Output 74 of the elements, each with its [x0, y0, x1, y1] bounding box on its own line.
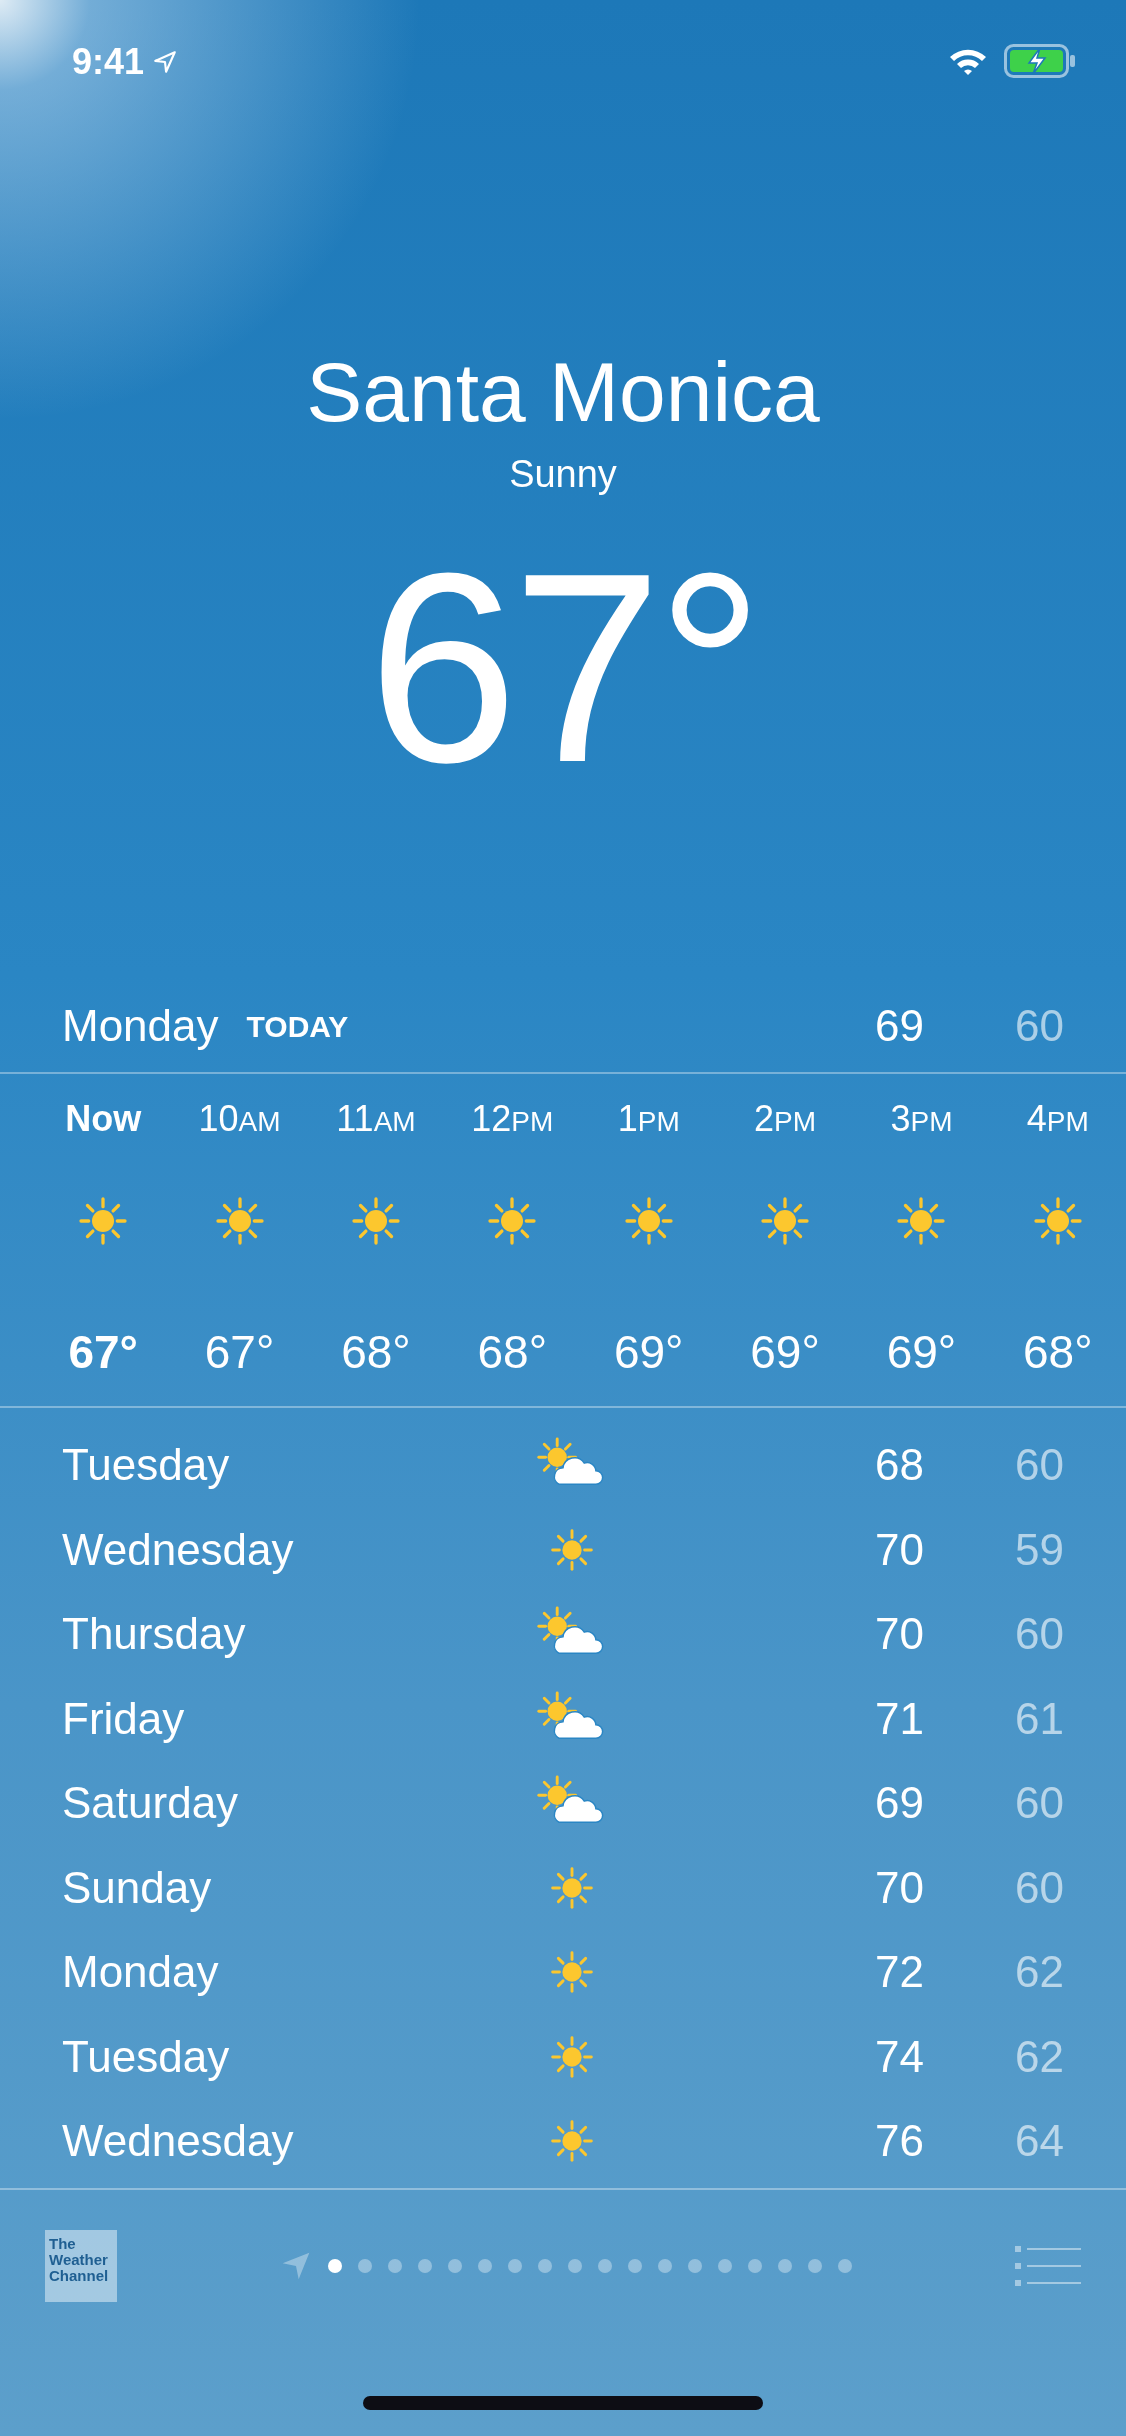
hour-temperature: 69°: [886, 1325, 957, 1380]
page-dot[interactable]: [718, 2259, 732, 2273]
page-dot[interactable]: [598, 2259, 612, 2273]
list-icon[interactable]: [1015, 2244, 1081, 2288]
day-name: Sunday: [62, 1862, 212, 1912]
low-temperature: 60: [1014, 1439, 1064, 1492]
page-dot[interactable]: [778, 2259, 792, 2273]
low-temperature: 60: [1014, 1861, 1064, 1914]
hour-label: 11AM: [336, 1097, 416, 1141]
high-temperature: 76: [874, 2115, 924, 2168]
day-name: Saturday: [62, 1778, 239, 1828]
hour-temperature: 68°: [341, 1325, 411, 1380]
high-temperature: 70: [874, 1523, 924, 1576]
hour-label: 3PM: [890, 1097, 953, 1141]
weather-condition: Sunny: [508, 452, 618, 497]
day-name: Monday: [62, 1947, 219, 1997]
page-dot[interactable]: [358, 2259, 372, 2273]
page-dot[interactable]: [538, 2259, 552, 2273]
page-dot[interactable]: [628, 2259, 642, 2273]
page-dot[interactable]: [658, 2259, 672, 2273]
status-time: 9:41: [72, 44, 145, 80]
high-temperature: 71: [874, 1692, 924, 1745]
high-temperature: 69: [874, 1777, 924, 1830]
day-name: Friday: [62, 1693, 185, 1743]
low-temperature: 62: [1014, 2030, 1064, 2083]
low-temperature: 62: [1014, 1946, 1064, 1999]
low-temperature: 60: [1014, 1608, 1064, 1661]
page-dot[interactable]: [688, 2259, 702, 2273]
hour-temperature: 67°: [68, 1325, 138, 1380]
low-temperature: 64: [1014, 2115, 1064, 2168]
city-name: Santa Monica: [305, 350, 821, 434]
page-dot[interactable]: [838, 2259, 852, 2273]
day-name: Wednesday: [62, 1524, 294, 1574]
day-name: Wednesday: [62, 2116, 294, 2166]
day-name: Monday: [62, 1000, 219, 1052]
high-temperature: 70: [874, 1861, 924, 1914]
hour-temperature: 69°: [750, 1325, 820, 1380]
low-temperature: 61: [1014, 1692, 1064, 1745]
page-dot[interactable]: [328, 2259, 342, 2273]
hour-label: Now: [65, 1097, 142, 1141]
low-temperature: 60: [1014, 1000, 1064, 1052]
page-dot[interactable]: [568, 2259, 582, 2273]
hour-temperature: 69°: [613, 1325, 684, 1380]
day-name: Tuesday: [62, 2031, 230, 2081]
today-label: TODAY: [246, 1008, 349, 1045]
day-name: Tuesday: [62, 1440, 230, 1490]
hour-label: 10AM: [198, 1097, 281, 1141]
page-dot[interactable]: [388, 2259, 402, 2273]
low-temperature: 59: [1014, 1523, 1064, 1576]
weather-channel-logo[interactable]: The Weather Channel: [45, 2230, 117, 2302]
high-temperature: 70: [874, 1608, 924, 1661]
battery-charging-icon: [1004, 44, 1076, 78]
page-dot[interactable]: [508, 2259, 522, 2273]
current-temperature: 67°: [367, 533, 759, 803]
location-arrow-icon: [152, 49, 179, 75]
day-name: Thursday: [62, 1609, 246, 1659]
high-temperature: 69: [874, 1000, 924, 1052]
hour-label: 12PM: [471, 1097, 554, 1141]
page-dot[interactable]: [808, 2259, 822, 2273]
page-dot[interactable]: [418, 2259, 432, 2273]
page-dot[interactable]: [448, 2259, 462, 2273]
hour-temperature: 68°: [477, 1325, 548, 1380]
page-dot[interactable]: [748, 2259, 762, 2273]
hour-temperature: 67°: [204, 1325, 275, 1380]
hour-label: 1PM: [617, 1097, 680, 1141]
page-dot[interactable]: [478, 2259, 492, 2273]
hour-temperature: 68°: [1023, 1325, 1093, 1380]
home-indicator[interactable]: [363, 2396, 763, 2410]
low-temperature: 60: [1014, 1777, 1064, 1830]
high-temperature: 68: [874, 1439, 924, 1492]
high-temperature: 72: [874, 1946, 924, 1999]
hour-label: 4PM: [1026, 1097, 1089, 1141]
hour-label: 2PM: [754, 1097, 817, 1141]
high-temperature: 74: [874, 2030, 924, 2083]
